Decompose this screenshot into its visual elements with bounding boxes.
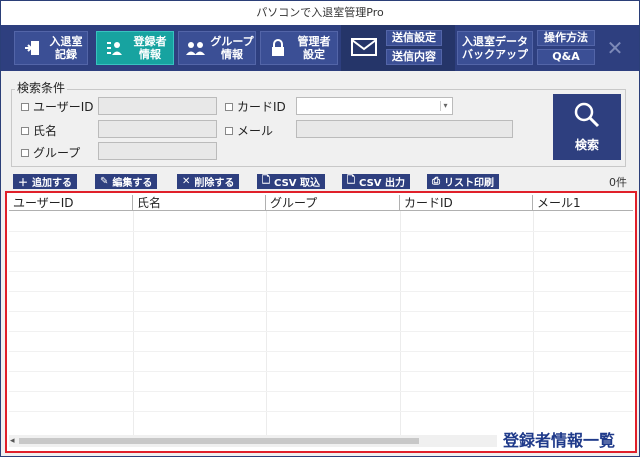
- pencil-icon: ✎: [100, 176, 109, 187]
- edit-button[interactable]: ✎ 編集する: [95, 174, 158, 189]
- grid-line: [9, 371, 633, 372]
- nav-registrant-info-button[interactable]: 登録者 情報: [96, 31, 174, 65]
- csv-export-label: CSV 出力: [359, 178, 405, 189]
- print-list-label: リスト印刷: [444, 178, 494, 189]
- registrant-list-icon: [101, 35, 127, 61]
- column-header-name[interactable]: 氏名: [133, 195, 266, 211]
- grid-line: [9, 351, 633, 352]
- nav-admin-settings-label: 管理者 設定: [297, 35, 331, 61]
- door-exit-icon: [19, 35, 45, 61]
- add-button[interactable]: ＋ 追加する: [13, 174, 77, 189]
- record-count: 0件: [609, 176, 627, 189]
- group-users-icon: [183, 35, 209, 61]
- user-id-field[interactable]: [98, 97, 217, 115]
- plus-icon: ＋: [18, 178, 28, 189]
- qa-button[interactable]: Q&A: [537, 49, 595, 65]
- edit-label: 編集する: [112, 178, 153, 189]
- checkbox-box: [225, 102, 233, 111]
- group-label: グループ: [33, 146, 81, 160]
- name-label: 氏名: [33, 124, 58, 138]
- grid-line: [9, 311, 633, 312]
- column-header-mail1[interactable]: メール1: [533, 195, 633, 211]
- checkbox-box: [21, 126, 29, 135]
- grid-line: [9, 411, 633, 412]
- nav-group-info-button[interactable]: グループ 情報: [178, 31, 256, 65]
- file-export-icon: 🗋: [347, 175, 356, 186]
- card-id-dropdown[interactable]: ▾: [296, 97, 453, 115]
- csv-import-button[interactable]: 🗋 CSV 取込: [257, 174, 325, 189]
- card-id-checkbox[interactable]: カードID: [225, 98, 286, 115]
- csv-export-button[interactable]: 🗋 CSV 出力: [342, 174, 410, 189]
- mail-field[interactable]: [296, 120, 513, 138]
- main-nav: 入退室 記録 登録者 情報 グループ 情報 管理者 設定 送信設定 送信内容 入…: [1, 25, 639, 71]
- chevron-down-icon: ▾: [440, 101, 450, 111]
- checkbox-box: [225, 126, 233, 135]
- registrant-list-caption: 登録者情報一覧: [503, 431, 616, 450]
- search-button-label: 検索: [574, 138, 599, 152]
- grid-line: [9, 231, 633, 232]
- group-checkbox[interactable]: グループ: [21, 144, 80, 161]
- column-header-card-id[interactable]: カードID: [400, 195, 533, 211]
- delete-label: 削除する: [194, 178, 235, 189]
- add-label: 追加する: [32, 178, 72, 189]
- grid-line: [9, 391, 633, 392]
- grid-line: [9, 271, 633, 272]
- grid-line: [133, 211, 134, 435]
- nav-entry-log-button[interactable]: 入退室 記録: [14, 31, 88, 65]
- user-id-checkbox[interactable]: ユーザーID: [21, 98, 94, 115]
- window-title: パソコンで入退室管理Pro: [1, 1, 639, 25]
- search-button[interactable]: 検索: [553, 94, 621, 160]
- cross-icon: ✕: [182, 176, 191, 187]
- nav-group-info-label: グループ 情報: [210, 35, 254, 61]
- print-list-button[interactable]: ⎙ リスト印刷: [427, 174, 499, 189]
- mail-label: メール: [237, 124, 274, 138]
- lock-icon: [265, 35, 291, 61]
- scrollbar-thumb[interactable]: [19, 438, 419, 444]
- how-to-button[interactable]: 操作方法: [537, 30, 595, 46]
- send-content-button[interactable]: 送信内容: [386, 49, 442, 65]
- column-header-group[interactable]: グループ: [266, 195, 400, 211]
- registrant-list-highlight: ユーザーID 氏名 グループ カードID メール1 ◂ 登録者情報一覧: [5, 191, 637, 453]
- grid-line: [9, 251, 633, 252]
- nav-registrant-info-label: 登録者 情報: [133, 35, 167, 61]
- grid-line: [533, 211, 534, 435]
- file-import-icon: 🗋: [262, 175, 271, 186]
- column-header-user-id[interactable]: ユーザーID: [9, 195, 133, 211]
- grid-line: [9, 291, 633, 292]
- table-header: ユーザーID 氏名 グループ カードID メール1: [9, 195, 633, 211]
- csv-import-label: CSV 取込: [274, 178, 320, 189]
- grid-line: [266, 211, 267, 435]
- search-icon: [573, 101, 601, 132]
- registrant-table[interactable]: ユーザーID 氏名 グループ カードID メール1: [9, 195, 633, 435]
- nav-admin-settings-button[interactable]: 管理者 設定: [260, 31, 338, 65]
- horizontal-scrollbar[interactable]: ◂: [9, 435, 497, 447]
- name-field[interactable]: [98, 120, 217, 138]
- nav-entry-log-label: 入退室 記録: [49, 35, 83, 61]
- search-conditions-legend: 検索条件: [15, 79, 68, 96]
- user-id-label: ユーザーID: [33, 100, 94, 114]
- mail-icon: [351, 37, 377, 57]
- grid-line: [400, 211, 401, 435]
- checkbox-box: [21, 102, 29, 111]
- backup-button[interactable]: 入退室データ バックアップ: [457, 31, 533, 65]
- scroll-left-icon[interactable]: ◂: [10, 435, 15, 447]
- app-window: パソコンで入退室管理Pro 入退室 記録 登録者 情報 グループ 情報 管理者 …: [0, 0, 640, 457]
- send-settings-button[interactable]: 送信設定: [386, 30, 442, 46]
- checkbox-box: [21, 148, 29, 157]
- backup-label: 入退室データ バックアップ: [462, 35, 528, 61]
- grid-line: [9, 331, 633, 332]
- delete-button[interactable]: ✕ 削除する: [177, 174, 240, 189]
- printer-icon: ⎙: [432, 176, 440, 187]
- name-checkbox[interactable]: 氏名: [21, 122, 57, 139]
- card-id-label: カードID: [237, 100, 286, 114]
- mail-checkbox[interactable]: メール: [225, 122, 273, 139]
- close-icon[interactable]: ✕: [603, 36, 627, 60]
- group-field[interactable]: [98, 142, 217, 160]
